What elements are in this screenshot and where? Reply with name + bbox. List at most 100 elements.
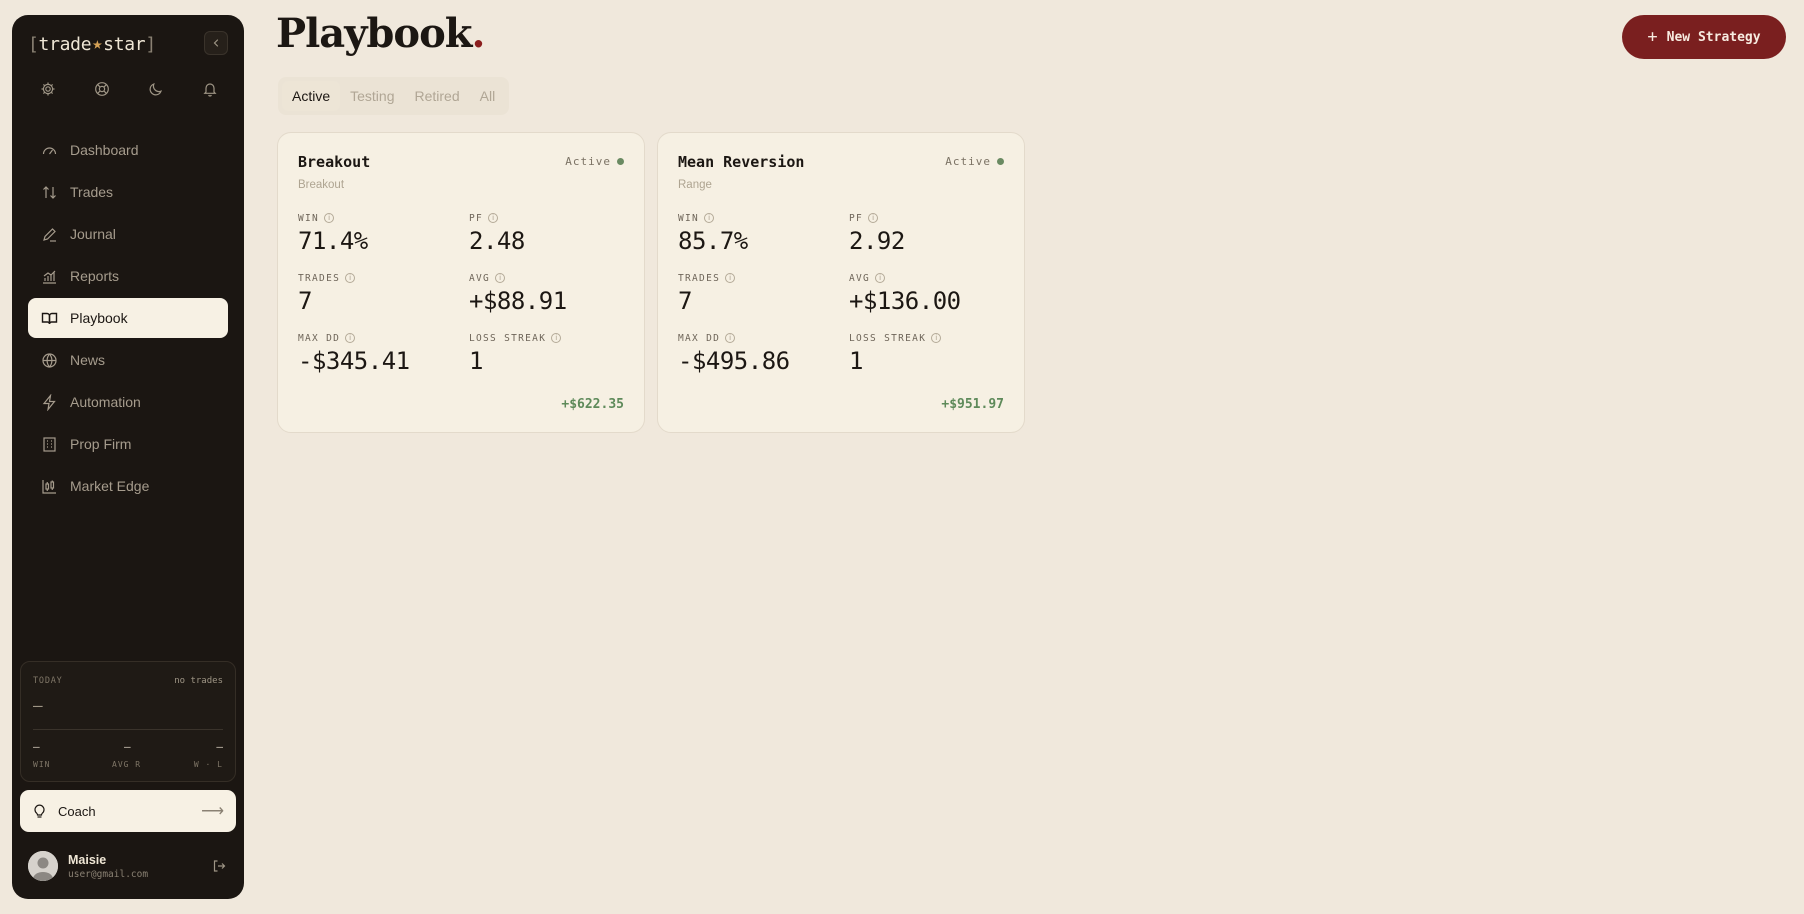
logo-word-star: star — [103, 33, 146, 55]
today-summary-card: TODAY no trades — — — — WIN AVG R W · L — [20, 661, 236, 782]
metric-label: PF — [469, 212, 484, 224]
sidebar-item-playbook[interactable]: Playbook — [28, 298, 228, 338]
metric-label: WIN — [298, 212, 320, 224]
sidebar-item-news[interactable]: News — [28, 340, 228, 380]
tab-retired[interactable]: Retired — [404, 81, 469, 111]
arrows-up-down-icon — [40, 183, 59, 202]
avatar — [28, 851, 58, 881]
info-icon[interactable]: i — [725, 273, 736, 283]
metric-value: 71.4% — [298, 227, 368, 255]
sidebar-item-reports[interactable]: Reports — [28, 256, 228, 296]
metric-pf: PF i 2.48 — [469, 212, 525, 256]
metric-label: AVG — [469, 272, 491, 284]
metric-trades: TRADES i 7 — [678, 272, 736, 315]
logo[interactable]: [ trade ★ star ] — [28, 29, 156, 59]
sidebar-item-trades[interactable]: Trades — [28, 172, 228, 212]
status-badge: Active — [945, 155, 1004, 168]
page-title-dot: . — [471, 10, 485, 57]
sidebar-item-label: Reports — [70, 268, 120, 284]
settings-button[interactable] — [35, 75, 61, 103]
sidebar-item-journal[interactable]: Journal — [28, 214, 228, 254]
strategy-name: Mean Reversion — [678, 153, 805, 171]
collapse-sidebar-button[interactable] — [204, 31, 228, 55]
status-text: Active — [945, 155, 991, 168]
theme-toggle-button[interactable] — [143, 75, 169, 103]
bar-chart-icon — [40, 267, 59, 286]
info-icon[interactable]: i — [551, 333, 562, 343]
tab-testing[interactable]: Testing — [340, 81, 404, 111]
status-text: Active — [565, 155, 611, 168]
sidebar-item-label: Journal — [70, 226, 116, 242]
metric-value: +$136.00 — [849, 287, 961, 315]
metric-value: 2.92 — [849, 227, 905, 255]
sidebar-item-market-edge[interactable]: Market Edge — [28, 466, 228, 506]
sidebar-item-automation[interactable]: Automation — [28, 382, 228, 422]
strategy-total-pnl: +$951.97 — [941, 397, 1004, 412]
sidebar-item-label: Market Edge — [70, 478, 150, 494]
help-button[interactable] — [89, 75, 115, 103]
lightbulb-icon — [32, 803, 48, 819]
sidebar-item-label: Dashboard — [70, 142, 139, 158]
tab-all[interactable]: All — [470, 81, 506, 111]
metric-label: LOSS STREAK — [849, 332, 927, 344]
gear-icon — [41, 82, 55, 96]
user-email: user@gmail.com — [68, 868, 149, 880]
info-icon[interactable]: i — [875, 273, 886, 283]
metric-value: 7 — [298, 287, 312, 315]
sidebar-item-label: Playbook — [70, 310, 128, 326]
metric-label: PF — [849, 212, 864, 224]
info-icon[interactable]: i — [725, 333, 736, 343]
sidebar-item-label: Automation — [70, 394, 141, 410]
tab-active[interactable]: Active — [282, 81, 341, 111]
sidebar-item-dashboard[interactable]: Dashboard — [28, 130, 228, 170]
info-icon[interactable]: i — [931, 333, 942, 343]
metric-label: TRADES — [298, 272, 341, 284]
candlestick-icon — [40, 477, 59, 496]
info-icon[interactable]: i — [488, 213, 499, 223]
metric-loss-streak: LOSS STREAK i 1 — [469, 332, 562, 375]
sidebar-item-label: News — [70, 352, 106, 368]
info-icon[interactable]: i — [495, 273, 506, 283]
coach-label: Coach — [58, 803, 96, 819]
metric-value: 85.7% — [678, 227, 748, 255]
moon-icon — [149, 82, 163, 96]
globe-icon — [40, 351, 59, 370]
status-badge: Active — [565, 155, 624, 168]
coach-button[interactable]: Coach ⟶ — [20, 790, 236, 832]
metric-label: TRADES — [678, 272, 721, 284]
metric-value: +$88.91 — [469, 287, 567, 315]
sidebar-quick-actions — [26, 75, 232, 103]
metric-value: 1 — [849, 347, 863, 375]
metric-value: 1 — [469, 347, 483, 375]
metric-pf: PF i 2.92 — [849, 212, 905, 256]
metric-max-dd: MAX DD i -$345.41 — [298, 332, 410, 376]
strategy-name: Breakout — [298, 153, 371, 171]
notifications-button[interactable] — [197, 75, 223, 103]
new-strategy-button[interactable]: + New Strategy — [1622, 15, 1786, 59]
user-profile[interactable]: Maisie user@gmail.com — [28, 848, 228, 884]
metric-value: 7 — [678, 287, 692, 315]
today-avg-r-value: — — [124, 740, 131, 753]
metric-win: WIN i 71.4% — [298, 212, 368, 256]
info-icon[interactable]: i — [324, 213, 335, 223]
sidebar-item-prop-firm[interactable]: Prop Firm — [28, 424, 228, 464]
today-status: no trades — [174, 676, 223, 686]
info-icon[interactable]: i — [345, 273, 356, 283]
metric-loss-streak: LOSS STREAK i 1 — [849, 332, 942, 375]
bell-icon — [203, 83, 217, 97]
logo-star-icon: ★ — [92, 34, 103, 54]
logout-button[interactable] — [212, 859, 226, 873]
today-avg-r-label: AVG R — [112, 760, 142, 769]
today-pnl-value: — — [33, 696, 43, 715]
metric-value: -$495.86 — [678, 347, 790, 375]
strategy-card[interactable]: Mean Reversion Range Active WIN i 85.7% P… — [657, 132, 1025, 433]
info-icon[interactable]: i — [868, 213, 879, 223]
strategy-card[interactable]: Breakout Breakout Active WIN i 71.4% PF i … — [277, 132, 645, 433]
today-win-label: WIN — [33, 760, 51, 769]
metric-trades: TRADES i 7 — [298, 272, 356, 315]
logo-bracket-left: [ — [28, 33, 39, 55]
info-icon[interactable]: i — [704, 213, 715, 223]
info-icon[interactable]: i — [345, 333, 356, 343]
logo-word-trade: trade — [38, 33, 92, 55]
metric-label: LOSS STREAK — [469, 332, 547, 344]
